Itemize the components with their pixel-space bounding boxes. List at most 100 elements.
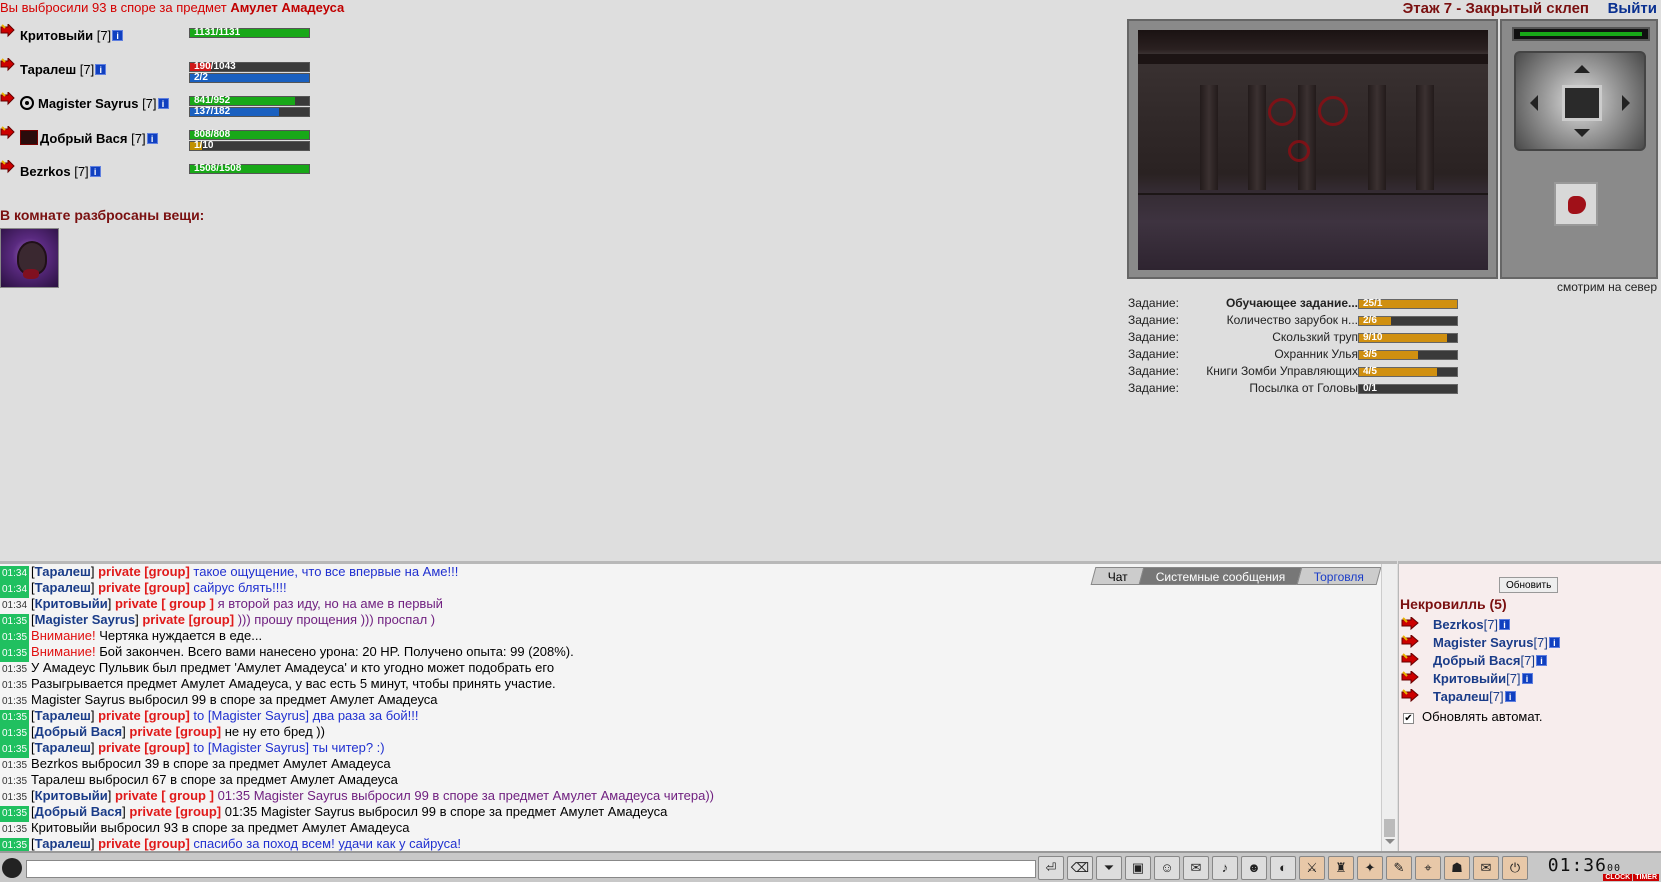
leader-arrow-icon[interactable] [0,126,18,140]
send-icon[interactable]: ⏎ [1038,856,1064,880]
turn-left-icon[interactable] [1522,95,1538,111]
private-icon[interactable]: ✉ [1183,856,1209,880]
mask-icon[interactable]: ◐ [1270,856,1296,880]
save-icon[interactable]: ▣ [1125,856,1151,880]
chat-private-tag[interactable]: private [group] [98,836,190,851]
quest-row[interactable]: Задание: Обучающее задание... 25/1 [1128,296,1458,313]
info-icon[interactable]: i [89,166,101,177]
private-message-icon[interactable] [1401,671,1423,685]
info-icon[interactable]: i [1499,619,1511,630]
chat-nick[interactable]: Добрый Вася [35,724,122,739]
chat-private-tag[interactable]: private [group] [98,580,190,595]
exit-icon[interactable]: ⏻ [1502,856,1528,880]
chat-private-tag[interactable]: private [ group ] [115,596,214,611]
online-user[interactable]: Magister Sayrus[7] i [1401,635,1560,653]
quest-name[interactable]: Обучающее задание... [1226,296,1358,310]
online-user-name[interactable]: Bezrkos [1433,617,1484,632]
info-icon[interactable]: i [95,64,107,75]
leader-arrow-icon[interactable] [0,160,18,174]
smile-icon[interactable]: ☻ [1241,856,1267,880]
chat-input[interactable] [26,860,1036,878]
party-member-name[interactable]: Таралеш [7] i [20,62,107,77]
inventory-icon[interactable]: ♜ [1328,856,1354,880]
quest-row[interactable]: Задание: Посылка от Головы 0/1 [1128,381,1458,398]
chat-nick[interactable]: Критовыйи [35,788,108,803]
scroll-down-icon[interactable] [1385,839,1395,849]
amulet-item[interactable] [0,228,59,288]
online-user[interactable]: Добрый Вася[7] i [1401,653,1560,671]
info-icon[interactable]: i [146,133,158,144]
quest-name[interactable]: Количество зарубок н... [1227,313,1358,327]
chat-nick[interactable]: Таралеш [35,564,91,579]
movement-pad[interactable] [1514,51,1646,151]
quests-icon[interactable]: ✎ [1386,856,1412,880]
party-member-name[interactable]: Критовыйи [7] i [20,28,124,43]
chat-nick[interactable]: Таралеш [35,836,91,851]
online-user[interactable]: Bezrkos[7] i [1401,617,1560,635]
chat-timestamp[interactable]: 01:35 [0,838,30,851]
online-user[interactable]: Таралеш[7] i [1401,689,1560,707]
leader-arrow-icon[interactable] [0,92,18,106]
filter-icon[interactable]: ⏷ [1096,856,1122,880]
chat-nick[interactable]: Таралеш [35,580,91,595]
chat-nick[interactable]: Критовыйи [35,596,108,611]
clock-label[interactable]: CLOCK [1603,874,1633,881]
tab-system-messages[interactable]: Системные сообщения [1138,567,1304,585]
chat-private-tag[interactable]: private [group] [142,612,234,627]
chat-nick[interactable]: Добрый Вася [35,804,122,819]
party-member-name[interactable]: Добрый Вася [7] i [20,130,158,146]
online-user-name[interactable]: Критовыйи [1433,671,1506,686]
chat-private-tag[interactable]: private [group] [98,564,190,579]
attack-icon[interactable]: ⚔ [1299,856,1325,880]
quest-row[interactable]: Задание: Количество зарубок н... 2/6 [1128,313,1458,330]
info-icon[interactable]: i [1535,655,1547,666]
private-message-icon[interactable] [1401,617,1423,631]
quest-name[interactable]: Посылка от Головы [1249,381,1358,395]
private-message-icon[interactable] [1401,635,1423,649]
map-icon[interactable]: ⌖ [1415,856,1441,880]
eraser-icon[interactable]: ⌫ [1067,856,1093,880]
dungeon-view[interactable] [1127,19,1498,279]
chat-nick[interactable]: Таралеш [35,740,91,755]
private-message-icon[interactable] [1401,653,1423,667]
scroll-thumb[interactable] [1384,819,1395,837]
leader-arrow-icon[interactable] [0,24,18,38]
mail-icon[interactable]: ✉ [1473,856,1499,880]
info-icon[interactable]: i [1548,637,1560,648]
auto-refresh[interactable]: ✔ Обновлять автомат. [1403,709,1542,724]
timer-label[interactable]: TIMER [1633,874,1659,881]
skills-icon[interactable]: ✦ [1357,856,1383,880]
private-message-icon[interactable] [1401,689,1423,703]
info-icon[interactable]: i [1521,673,1533,684]
quest-row[interactable]: Задание: Скользкий труп 9/10 [1128,330,1458,347]
party-member-name[interactable]: Bezrkos [7] i [20,164,101,179]
refresh-button[interactable]: Обновить [1499,577,1559,593]
turn-right-icon[interactable] [1622,95,1638,111]
chat-private-tag[interactable]: private [group] [98,740,190,755]
info-icon[interactable]: i [1504,691,1516,702]
quest-name[interactable]: Книги Зомби Управляющих [1206,364,1358,378]
chat-nick[interactable]: Magister Sayrus [35,612,135,627]
quest-name[interactable]: Скользкий труп [1272,330,1358,344]
sound-icon[interactable]: ♪ [1212,856,1238,880]
auto-refresh-checkbox[interactable]: ✔ [1403,713,1414,724]
exit-link[interactable]: Выйти [1608,0,1657,17]
info-icon[interactable]: i [157,98,169,109]
chat-private-tag[interactable]: private [group] [98,708,190,723]
emote-icon[interactable]: ☺ [1154,856,1180,880]
leader-arrow-icon[interactable] [0,58,18,72]
info-icon[interactable]: i [112,30,124,41]
online-user-name[interactable]: Добрый Вася [1433,653,1520,668]
party-icon[interactable]: ☗ [1444,856,1470,880]
quest-name[interactable]: Охранник Улья [1274,347,1358,361]
move-back-icon[interactable] [1574,129,1590,145]
tab-trade[interactable]: Торговля [1296,567,1382,585]
quest-row[interactable]: Задание: Охранник Улья 3/5 [1128,347,1458,364]
chat-private-tag[interactable]: private [ group ] [115,788,214,803]
quest-row[interactable]: Задание: Книги Зомби Управляющих 4/5 [1128,364,1458,381]
chat-nick[interactable]: Таралеш [35,708,91,723]
chat-private-tag[interactable]: private [group] [129,724,221,739]
tab-chat[interactable]: Чат [1091,567,1146,585]
party-member-name[interactable]: Magister Sayrus [7] i [20,96,169,111]
online-user-name[interactable]: Magister Sayrus [1433,635,1533,650]
